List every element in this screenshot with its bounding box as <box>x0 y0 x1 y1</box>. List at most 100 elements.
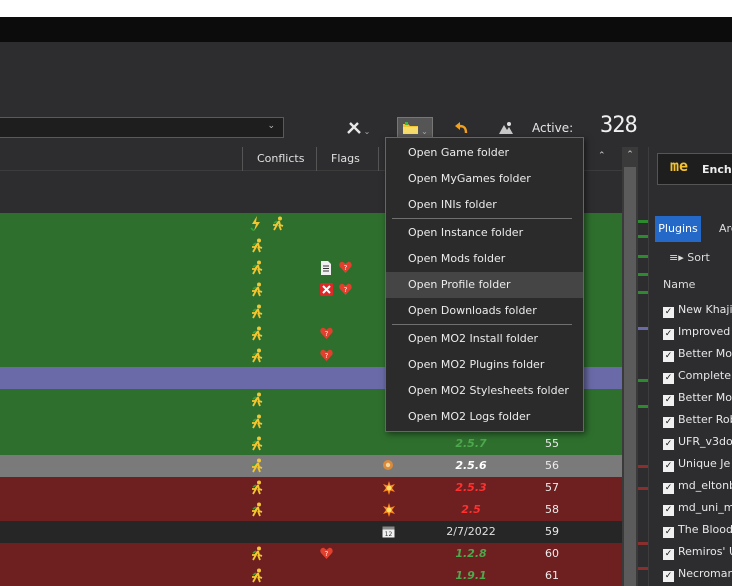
mod-version: 2.5.3 <box>455 481 487 494</box>
filter-dropdown[interactable]: ⌄ <box>0 117 284 138</box>
conflict-run-icon <box>250 480 265 496</box>
menu-item-open-mygames-folder[interactable]: Open MyGames folder <box>386 166 583 192</box>
conflict-run-icon <box>250 304 265 320</box>
plugin-name: Complete <box>678 369 732 382</box>
plugin-checkbox[interactable]: ✓ <box>663 417 674 428</box>
plugin-checkbox[interactable]: ✓ <box>663 307 674 318</box>
mod-list-minimap <box>638 147 648 586</box>
menu-item-open-mo2-plugins-folder[interactable]: Open MO2 Plugins folder <box>386 352 583 378</box>
mod-priority: 56 <box>545 459 559 472</box>
right-panel: me Encha Plugins Archives ≡▸ Sort Name ✓… <box>648 147 732 586</box>
note-flag-icon <box>320 261 335 277</box>
plugin-name: New Khajiit <box>678 303 732 316</box>
profile-button[interactable] <box>496 117 516 139</box>
column-header-conflicts[interactable]: Conflicts <box>242 147 316 171</box>
plugin-checkbox[interactable]: ✓ <box>663 329 674 340</box>
plugin-name: UFR_v3do <box>678 435 732 448</box>
menu-item-open-inis-folder[interactable]: Open INIs folder <box>386 192 583 218</box>
folder-icon <box>403 121 419 134</box>
plugin-row[interactable]: ✓ Better Mo <box>663 343 732 365</box>
column-header-flags[interactable]: Flags <box>316 147 378 171</box>
conflict-run-icon <box>250 414 265 430</box>
conflict-run-icon <box>250 282 265 298</box>
plugin-row[interactable]: ✓ Necromar <box>663 563 732 585</box>
minimap-marker <box>638 291 648 294</box>
mod-version: 2.5.7 <box>455 437 487 450</box>
title-bar <box>0 17 732 42</box>
plugin-row[interactable]: ✓ UFR_v3do <box>663 431 732 453</box>
modengine-button[interactable]: me Encha <box>657 153 732 185</box>
mod-row[interactable]: 2.5 58 <box>0 499 622 521</box>
menu-item-open-instance-folder[interactable]: Open Instance folder <box>386 220 583 246</box>
minimap-marker <box>638 273 648 276</box>
mod-version: 1.2.8 <box>455 547 487 560</box>
tab-plugins[interactable]: Plugins <box>655 216 701 242</box>
plugin-row[interactable]: ✓ Remiros' U <box>663 541 732 563</box>
minimap-marker <box>638 567 648 570</box>
minimap-marker <box>638 220 648 223</box>
mod-list-scrollbar[interactable]: ⌃ <box>622 147 638 586</box>
svg-text:?: ? <box>344 264 348 272</box>
plugin-name: The Blood <box>678 523 732 536</box>
plugin-row[interactable]: ✓ md_uni_m <box>663 497 732 519</box>
mod-version: 2.5 <box>461 503 481 516</box>
sort-icon: ≡▸ <box>669 251 684 264</box>
plugin-row[interactable]: ✓ Improved <box>663 321 732 343</box>
mod-priority: 55 <box>545 437 559 450</box>
plugin-row[interactable]: ✓ The Blood <box>663 519 732 541</box>
mod-priority: 57 <box>545 481 559 494</box>
scroll-up-icon[interactable]: ⌃ <box>622 147 638 163</box>
plugin-checkbox[interactable]: ✓ <box>663 549 674 560</box>
plugin-checkbox[interactable]: ✓ <box>663 395 674 406</box>
plugin-checkbox[interactable]: ✓ <box>663 373 674 384</box>
plugin-name: md_uni_m <box>678 501 732 514</box>
menu-item-open-mo2-stylesheets-folder[interactable]: Open MO2 Stylesheets folder <box>386 378 583 404</box>
mod-row[interactable]: 1.9.1 61 <box>0 565 622 586</box>
minimap-marker <box>638 542 648 545</box>
plugin-row[interactable]: ✓ Better Mo <box>663 387 732 409</box>
plugin-checkbox[interactable]: ✓ <box>663 351 674 362</box>
modengine-label: Encha <box>702 163 732 176</box>
plugin-name: Better Mo <box>678 391 732 404</box>
mod-row[interactable]: ? 1.2.8 60 <box>0 543 622 565</box>
sort-ascending-icon: ⌃ <box>598 151 606 161</box>
tab-archives[interactable]: Archives <box>705 216 732 242</box>
tools-button[interactable]: ⌄ <box>343 117 373 139</box>
minimap-marker <box>638 255 648 258</box>
column-header-name[interactable]: Name <box>663 278 695 291</box>
menu-item-open-profile-folder[interactable]: Open Profile folder <box>386 272 583 298</box>
minimap-marker <box>638 327 648 330</box>
mod-row[interactable]: 2.5.7 55 <box>0 433 622 455</box>
plugin-row[interactable]: ✓ Complete <box>663 365 732 387</box>
open-folder-button[interactable]: ⌄ <box>397 117 433 139</box>
mod-row[interactable]: 12 2/7/2022 59 <box>0 521 622 543</box>
plugin-row[interactable]: ✓ New Khajiit <box>663 299 732 321</box>
sort-label: Sort <box>687 251 710 264</box>
mod-priority: 59 <box>545 525 559 538</box>
sort-button[interactable]: ≡▸ Sort <box>669 251 710 264</box>
menu-item-open-mo2-logs-folder[interactable]: Open MO2 Logs folder <box>386 404 583 430</box>
minimap-marker <box>638 379 648 382</box>
mod-row[interactable]: 2.5.3 57 <box>0 477 622 499</box>
plugin-checkbox[interactable]: ✓ <box>663 505 674 516</box>
plugin-row[interactable]: ✓ md_eltonb <box>663 475 732 497</box>
plugin-checkbox[interactable]: ✓ <box>663 439 674 450</box>
plugin-row[interactable]: ✓ Unique Je <box>663 453 732 475</box>
scroll-thumb[interactable] <box>624 167 636 586</box>
undo-button[interactable] <box>452 117 470 139</box>
conflict-run-icon <box>250 392 265 408</box>
open-folder-menu: Open Game folder Open MyGames folder Open … <box>385 137 584 432</box>
conflict-run-icon <box>250 238 265 254</box>
mod-row[interactable]: 2.5.6 56 <box>0 455 622 477</box>
menu-item-open-mo2-install-folder[interactable]: Open MO2 Install folder <box>386 326 583 352</box>
plugin-row[interactable]: ✓ Better Rob <box>663 409 732 431</box>
plugin-checkbox[interactable]: ✓ <box>663 461 674 472</box>
plugin-checkbox[interactable]: ✓ <box>663 571 674 582</box>
menu-item-open-game-folder[interactable]: Open Game folder <box>386 140 583 166</box>
redx-flag-icon <box>320 283 335 299</box>
chevron-down-icon: ⌄ <box>363 126 371 136</box>
menu-item-open-downloads-folder[interactable]: Open Downloads folder <box>386 298 583 324</box>
menu-item-open-mods-folder[interactable]: Open Mods folder <box>386 246 583 272</box>
plugin-checkbox[interactable]: ✓ <box>663 483 674 494</box>
plugin-checkbox[interactable]: ✓ <box>663 527 674 538</box>
